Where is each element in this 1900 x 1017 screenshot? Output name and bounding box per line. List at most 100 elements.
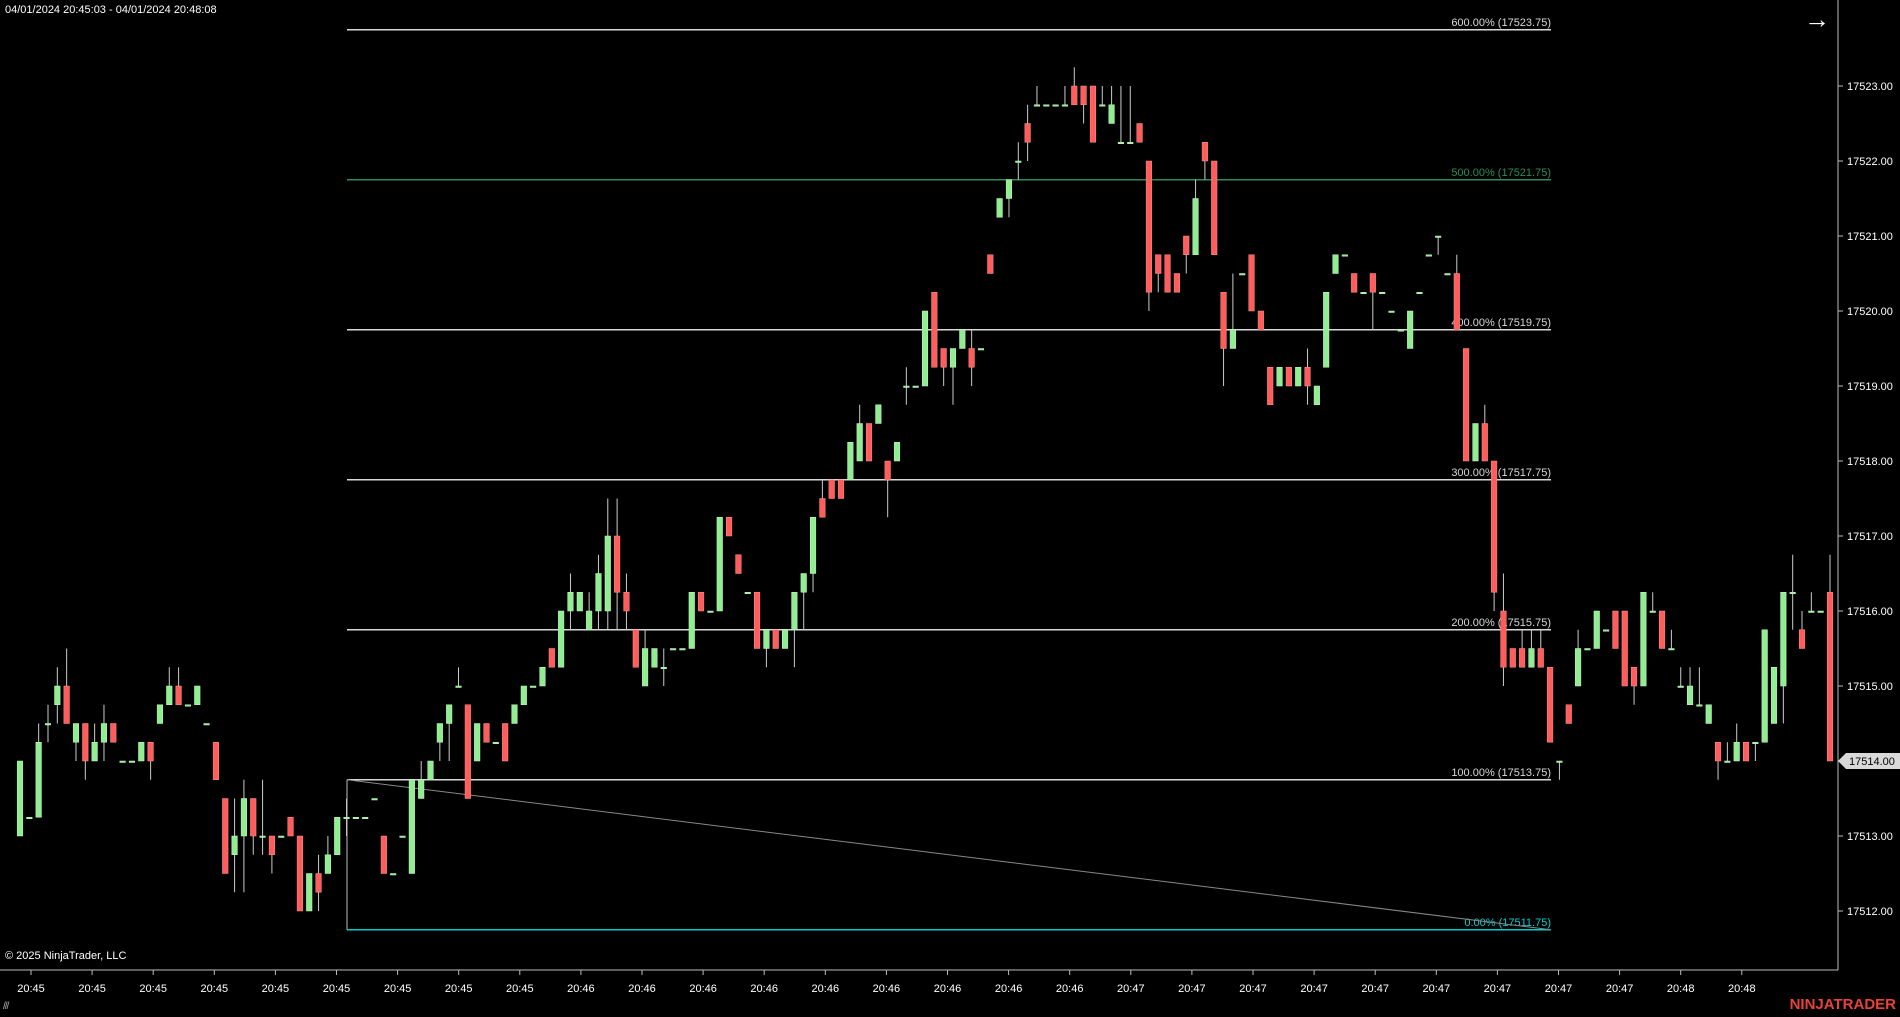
candle-body	[306, 873, 313, 912]
candle-body	[1276, 367, 1283, 387]
candle-body	[828, 479, 835, 499]
price-axis[interactable]: 17512.00 17513.00 17514.00 17515.00 17516.00…	[1837, 0, 1900, 970]
x-tick-label: 20:46	[873, 983, 901, 995]
y-tick-label: 17522.00	[1847, 156, 1893, 168]
candle-body	[1127, 142, 1134, 144]
x-tick-label: 20:46	[750, 983, 778, 995]
candle-body	[530, 685, 537, 688]
candle-body	[446, 704, 453, 724]
x-tick-label: 20:48	[1728, 983, 1756, 995]
candle-body	[968, 348, 975, 368]
x-tick-label: 20:47	[1423, 983, 1451, 995]
candle-body	[1491, 460, 1498, 593]
x-tick-label: 20:46	[812, 983, 840, 995]
candle-body	[250, 798, 257, 837]
fib-level-label: 400.00% (17519.75)	[1451, 317, 1551, 329]
candle-body	[1248, 254, 1255, 312]
candle-body	[315, 873, 322, 893]
candle-body	[548, 648, 555, 668]
candle-body	[1397, 329, 1404, 332]
x-tick-label: 20:47	[1361, 983, 1389, 995]
candle-body	[1780, 592, 1787, 687]
x-tick-label: 20:47	[1178, 983, 1206, 995]
candle-body	[91, 742, 98, 762]
candle-body	[921, 310, 929, 387]
candle-body	[82, 723, 89, 762]
candle-body	[194, 685, 201, 705]
candle-body	[1425, 254, 1432, 257]
candle-body	[1351, 273, 1358, 293]
candle-body	[642, 648, 649, 687]
x-tick-label: 20:45	[17, 983, 45, 995]
candle-body	[408, 779, 415, 874]
candle-body	[1575, 648, 1582, 687]
time-axis[interactable]: 20:45 20:45 20:45 20:45 20:45 20:45 20:45 20:45…	[0, 969, 1838, 995]
candle-body	[996, 198, 1003, 218]
fib-level-label: 500.00% (17521.75)	[1451, 167, 1551, 179]
candle-body	[1211, 160, 1218, 255]
x-tick-label: 20:46	[1056, 983, 1084, 995]
candle-body	[502, 723, 509, 762]
candle-body	[1173, 273, 1180, 293]
candle-body	[576, 592, 583, 612]
fib-trend-line	[346, 779, 1552, 931]
candle-body	[1435, 235, 1442, 238]
candle-body	[175, 685, 182, 705]
candle-body	[567, 592, 574, 612]
candle-body	[1229, 329, 1236, 349]
candle-body	[44, 723, 52, 726]
candle-body	[1705, 704, 1712, 724]
candle-body	[324, 854, 331, 874]
candle-body	[651, 648, 658, 668]
candle-body	[1687, 685, 1694, 705]
candle-body	[128, 760, 136, 763]
x-tick-label: 20:47	[1545, 983, 1573, 995]
candle-body	[660, 667, 667, 669]
candle-body	[884, 460, 891, 480]
candle-body	[800, 573, 807, 593]
candle-body	[1304, 367, 1311, 387]
candle-body	[16, 760, 24, 837]
candle-body	[1537, 648, 1544, 668]
x-tick-label: 20:45	[323, 983, 351, 995]
candle-body	[623, 592, 630, 612]
candle-body	[1789, 592, 1796, 594]
candle-body	[959, 329, 966, 349]
candle-body	[1817, 610, 1824, 613]
candle-body	[1826, 592, 1834, 762]
candle-body	[1603, 629, 1610, 632]
candle-body	[1332, 254, 1339, 274]
candle-body	[595, 573, 602, 612]
candle-body	[1696, 704, 1703, 707]
candle-body	[912, 385, 919, 388]
candle-body	[72, 723, 80, 743]
y-tick-label: 17516.00	[1847, 606, 1893, 618]
arrow-right-icon[interactable]: →	[1804, 6, 1830, 32]
candle-body	[1257, 310, 1264, 330]
candle-body	[1472, 423, 1479, 462]
candle-body	[1659, 610, 1666, 649]
candle-body	[809, 517, 817, 574]
candle-body	[520, 685, 527, 705]
candle-body	[791, 592, 798, 630]
candle-body	[1733, 742, 1740, 762]
candle-body	[166, 685, 173, 705]
candle-body	[362, 817, 369, 819]
candle-body	[1649, 610, 1656, 613]
chart[interactable]: 600.00% (17523.75) 500.00% (17521.75) 400.…	[0, 0, 1900, 1017]
candle-body	[1369, 273, 1376, 293]
candle-body	[1593, 610, 1600, 649]
candle-body	[893, 442, 901, 462]
candle-body	[1071, 85, 1078, 105]
candle-body	[856, 423, 863, 462]
fibonacci-extension[interactable]: 600.00% (17523.75) 500.00% (17521.75) 400.…	[346, 17, 1552, 931]
candle-body	[1052, 104, 1059, 107]
candle-body	[54, 685, 61, 705]
x-tick-label: 20:48	[1667, 983, 1695, 995]
candle-body	[1005, 179, 1013, 199]
candle-body	[100, 723, 108, 743]
candle-body	[156, 704, 163, 724]
candle-body	[735, 554, 742, 574]
x-tick-label: 20:45	[139, 983, 167, 995]
candle-body	[1612, 610, 1619, 649]
